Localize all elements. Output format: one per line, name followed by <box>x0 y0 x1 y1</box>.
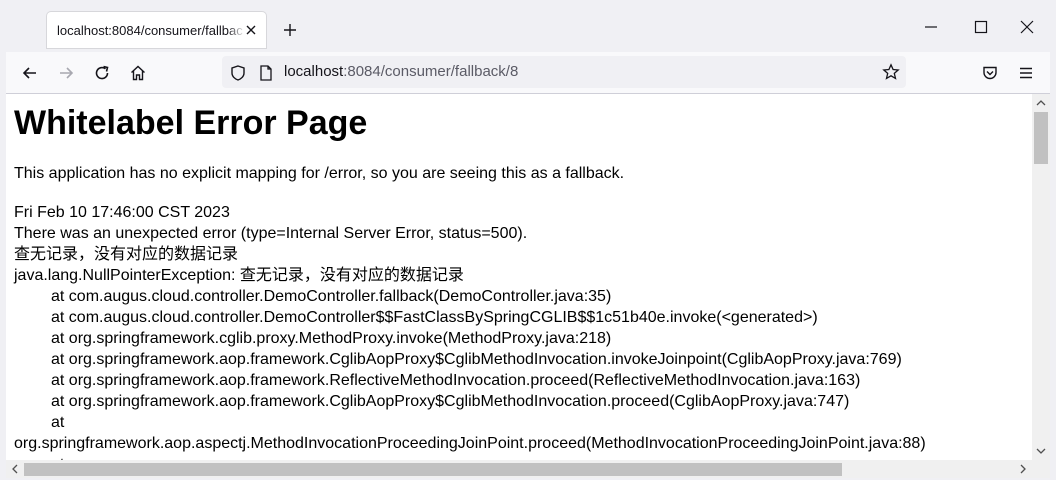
fallback-message: This application has no explicit mapping… <box>14 165 625 182</box>
error-details: Fri Feb 10 17:46:00 CST 2023 There was a… <box>14 202 926 460</box>
scroll-up-arrow-icon[interactable] <box>1036 98 1046 108</box>
scroll-down-arrow-icon[interactable] <box>1036 446 1046 456</box>
url-host: localhost <box>284 63 344 80</box>
url-path: :8084/consumer/fallback/8 <box>343 63 519 80</box>
back-icon[interactable] <box>21 64 39 82</box>
error-message: 查无记录，没有对应的数据记录 <box>14 246 239 263</box>
page-title: Whitelabel Error Page <box>14 104 368 142</box>
page-viewport: Whitelabel Error Page This application h… <box>6 94 1032 460</box>
timestamp: Fri Feb 10 17:46:00 CST 2023 <box>14 204 230 221</box>
bookmark-star-icon[interactable] <box>882 63 900 81</box>
error-line: There was an unexpected error (type=Inte… <box>14 225 528 242</box>
reload-icon[interactable] <box>93 64 111 82</box>
window-left-edge <box>0 0 6 480</box>
stack-trace-line: at com.augus.cloud.controller.DemoContro… <box>51 309 818 326</box>
stack-trace-line: at org.springframework.aop.framework.Cgl… <box>51 351 902 368</box>
stack-trace-line: at org.springframework.cglib.proxy.Metho… <box>51 330 612 347</box>
scrollbar-corner <box>1032 460 1050 478</box>
horizontal-scroll-thumb[interactable] <box>24 463 842 476</box>
exception-line: java.lang.NullPointerException: 查无记录，没有对… <box>14 267 464 284</box>
url-text[interactable]: localhost:8084/consumer/fallback/8 <box>284 63 518 80</box>
horizontal-scrollbar[interactable] <box>6 460 1032 478</box>
new-tab-icon[interactable] <box>282 22 298 38</box>
stack-trace-line: at com.augus.cloud.controller.DemoContro… <box>51 288 612 305</box>
scroll-left-arrow-icon[interactable] <box>10 464 20 474</box>
window-right-edge <box>1050 0 1056 480</box>
stack-trace-wrapped-line: org.springframework.aop.aspectj.MethodIn… <box>14 435 926 452</box>
minimize-icon[interactable] <box>924 20 938 34</box>
vertical-scroll-thumb[interactable] <box>1034 112 1048 164</box>
tab-title: localhost:8084/consumer/fallback/8 <box>57 22 243 38</box>
close-window-icon[interactable] <box>1020 20 1034 34</box>
title-bar: localhost:8084/consumer/fallback/8 <box>0 0 1056 52</box>
menu-icon[interactable] <box>1017 64 1035 82</box>
maximize-icon[interactable] <box>974 20 988 34</box>
vertical-scrollbar[interactable] <box>1032 94 1050 460</box>
home-icon[interactable] <box>129 64 147 82</box>
close-tab-icon[interactable] <box>243 22 259 38</box>
page-info-icon[interactable] <box>257 64 275 82</box>
browser-tab[interactable]: localhost:8084/consumer/fallback/8 <box>47 12 266 48</box>
scroll-right-arrow-icon[interactable] <box>1018 464 1028 474</box>
stack-trace-line: at org.springframework.aop.framework.Ref… <box>51 372 861 389</box>
shield-icon[interactable] <box>229 64 247 82</box>
pocket-icon[interactable] <box>981 64 999 82</box>
stack-trace-line: at <box>51 414 65 431</box>
stack-trace-line: at org.springframework.aop.framework.Cgl… <box>51 393 850 410</box>
forward-icon[interactable] <box>57 64 75 82</box>
